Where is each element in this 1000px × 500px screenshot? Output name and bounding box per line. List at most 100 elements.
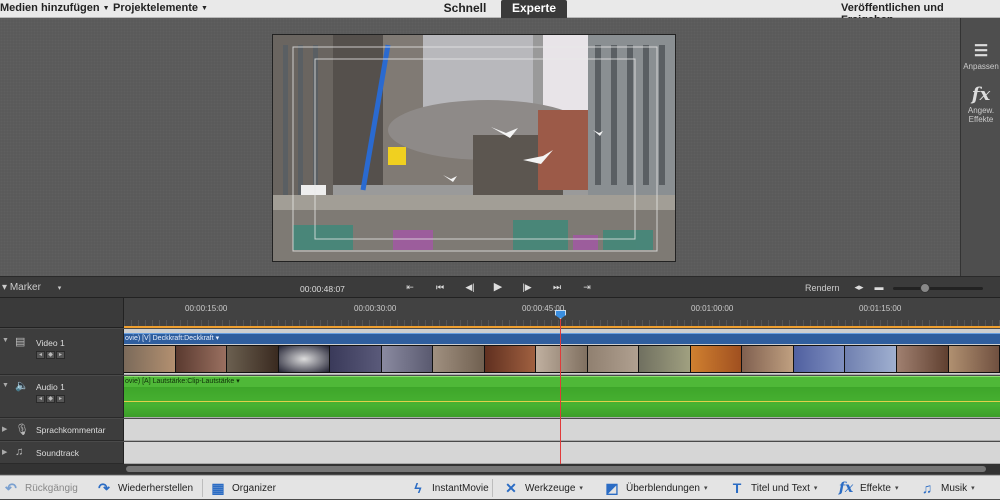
audio-clip-label[interactable]: ovie) [A] Lautstärke:Clip-Lautstärke ▾ <box>124 376 1000 387</box>
transitions-button[interactable]: ◩ Überblendungen ▾ <box>603 476 707 500</box>
undo-button[interactable]: ↶ Rückgängig <box>2 476 78 500</box>
organizer-label: Organizer <box>232 482 276 494</box>
adjust-label: Anpassen <box>963 62 999 71</box>
marker-label: Marker <box>9 282 41 293</box>
tools-label: Werkzeuge <box>525 482 576 494</box>
sliders-icon: ☰ <box>973 41 989 60</box>
track-header-top <box>0 298 124 328</box>
add-keyframe-icon[interactable]: ◆ <box>46 395 55 403</box>
expand-track-icon[interactable]: ▶ <box>2 425 7 433</box>
expand-track-icon[interactable]: ▶ <box>2 448 7 456</box>
track-audio1[interactable]: ovie) [A] Lautstärke:Clip-Lautstärke ▾ <box>124 376 1000 418</box>
goto-end-icon[interactable]: ⏭ <box>550 282 564 293</box>
goto-start-icon[interactable]: ⏮ <box>433 282 447 293</box>
separator <box>202 479 203 497</box>
video-frame-image <box>273 35 675 261</box>
film-strip-icon[interactable]: ▤ <box>15 335 25 348</box>
fit-timeline-icon[interactable]: ◂▸ <box>852 282 866 293</box>
step-back-icon[interactable]: ◀| <box>463 282 477 293</box>
applied-effects-button[interactable]: fx Angew. Effekte <box>961 84 1000 124</box>
track-header-audio1: ▼ 🔈 Audio 1 ◂ ◆ ▸ <box>0 376 124 418</box>
timeline-toolbar: ▾ Marker ▾ 00:00:48:07 ⇤ ⏮ ◀| ▶ |▶ ⏭ ⇥ R… <box>0 276 1000 298</box>
expand-track-icon[interactable]: ▼ <box>2 382 9 389</box>
track-narration[interactable] <box>124 419 1000 441</box>
ruler-tick-label: 00:00:15:00 <box>185 304 228 313</box>
fx-icon: fx <box>838 480 854 496</box>
chevron-down-icon: ▼ <box>200 5 208 12</box>
render-button[interactable]: Rendern <box>805 283 840 293</box>
tab-quick[interactable]: Schnell <box>432 0 498 18</box>
effects-label: Effekte <box>860 482 891 494</box>
track-name: Sprachkommentar <box>36 425 106 435</box>
speaker-icon[interactable]: 🔈 <box>15 379 29 392</box>
prev-keyframe-icon[interactable]: ◂ <box>36 395 45 403</box>
effects-button[interactable]: fx Effekte ▾ <box>837 476 899 500</box>
transitions-label: Überblendungen <box>626 482 700 494</box>
adjust-button[interactable]: ☰ Anpassen <box>961 40 1000 71</box>
add-media-menu[interactable]: Medien hinzufügen ▼ <box>0 2 110 14</box>
zoom-slider[interactable] <box>893 287 983 290</box>
organizer-button[interactable]: ▦ Organizer <box>209 476 276 500</box>
music-note-icon[interactable]: ♫ <box>15 446 23 458</box>
video-preview[interactable] <box>272 34 676 262</box>
lightning-icon: ϟ <box>414 480 422 496</box>
step-forward-icon[interactable]: |▶ <box>520 282 534 293</box>
titles-text-button[interactable]: T Titel und Text ▾ <box>728 476 818 500</box>
scrollbar-thumb[interactable] <box>126 466 986 472</box>
keyframe-controls[interactable]: ◂ ◆ ▸ <box>36 351 65 359</box>
project-assets-menu[interactable]: Projektelemente ▼ <box>113 2 208 14</box>
chevron-down-icon: ▾ <box>57 285 62 292</box>
add-keyframe-icon[interactable]: ◆ <box>46 351 55 359</box>
tools-icon: ✕ <box>505 480 517 496</box>
music-button[interactable]: ♫ Musik ▾ <box>918 476 975 500</box>
add-media-label: Medien hinzufügen <box>0 2 100 14</box>
zoom-out-icon[interactable]: ▬ <box>872 282 886 292</box>
expand-track-icon[interactable]: ▼ <box>2 337 9 344</box>
tools-button[interactable]: ✕ Werkzeuge ▾ <box>502 476 583 500</box>
volume-rubberband[interactable] <box>124 401 1000 402</box>
top-menu-bar: Medien hinzufügen ▼ Projektelemente ▼ Schn… <box>0 0 1000 26</box>
track-video1[interactable]: ovie) [V] Deckkraft:Deckkraft ▾ <box>124 329 1000 375</box>
undo-label: Rückgängig <box>25 482 78 494</box>
audio-clip-waveform[interactable] <box>124 387 1000 417</box>
goto-next-edit-icon[interactable]: ⇥ <box>580 282 594 293</box>
ruler-tick-label: 00:00:30:00 <box>354 304 397 313</box>
fx-icon: fx <box>971 84 991 105</box>
applied-effects-label: Angew. Effekte <box>967 106 995 124</box>
chevron-down-icon: ▾ <box>894 485 899 492</box>
timecode-display[interactable]: 00:00:48:07 <box>300 284 345 294</box>
play-icon[interactable]: ▶ <box>491 280 505 293</box>
chevron-down-icon: ▼ <box>102 5 110 12</box>
zoom-slider-handle[interactable] <box>920 283 930 293</box>
microphone-icon[interactable]: 🎙 <box>15 423 29 436</box>
chevron-down-icon: ▾ <box>579 485 583 492</box>
redo-label: Wiederherstellen <box>118 482 194 494</box>
track-header-narration: ▶ 🎙 Sprachkommentar <box>0 419 124 441</box>
keyframe-controls[interactable]: ◂ ◆ ▸ <box>36 395 65 403</box>
chevron-down-icon: ▾ <box>813 485 818 492</box>
track-soundtrack[interactable] <box>124 442 1000 464</box>
next-keyframe-icon[interactable]: ▸ <box>56 395 65 403</box>
prev-keyframe-icon[interactable]: ◂ <box>36 351 45 359</box>
separator <box>492 479 493 497</box>
playhead-line[interactable] <box>560 314 561 464</box>
video-clip-thumbnails[interactable] <box>124 345 1000 373</box>
timeline-scrollbar[interactable] <box>124 464 1000 474</box>
goto-previous-edit-icon[interactable]: ⇤ <box>403 282 417 293</box>
video-clip-label[interactable]: ovie) [V] Deckkraft:Deckkraft ▾ <box>124 333 1000 344</box>
track-name: Video 1 <box>36 338 65 348</box>
project-assets-label: Projektelemente <box>113 2 198 14</box>
scroll-left-spacer <box>0 464 124 474</box>
redo-button[interactable]: ↷ Wiederherstellen <box>95 476 193 500</box>
redo-icon: ↷ <box>98 480 110 496</box>
undo-icon: ↶ <box>5 480 17 496</box>
transition-icon: ◩ <box>605 480 619 496</box>
title-text-icon: T <box>732 480 742 496</box>
marker-menu[interactable]: ▾ Marker ▾ <box>2 282 61 293</box>
next-keyframe-icon[interactable]: ▸ <box>56 351 65 359</box>
tab-expert[interactable]: Experte <box>501 0 567 18</box>
track-header-soundtrack: ▶ ♫ Soundtrack <box>0 442 124 464</box>
ruler-tick-label: 00:01:15:00 <box>859 304 902 313</box>
work-area-bar[interactable] <box>124 326 1000 328</box>
instant-movie-button[interactable]: ϟ InstantMovie <box>409 476 488 500</box>
